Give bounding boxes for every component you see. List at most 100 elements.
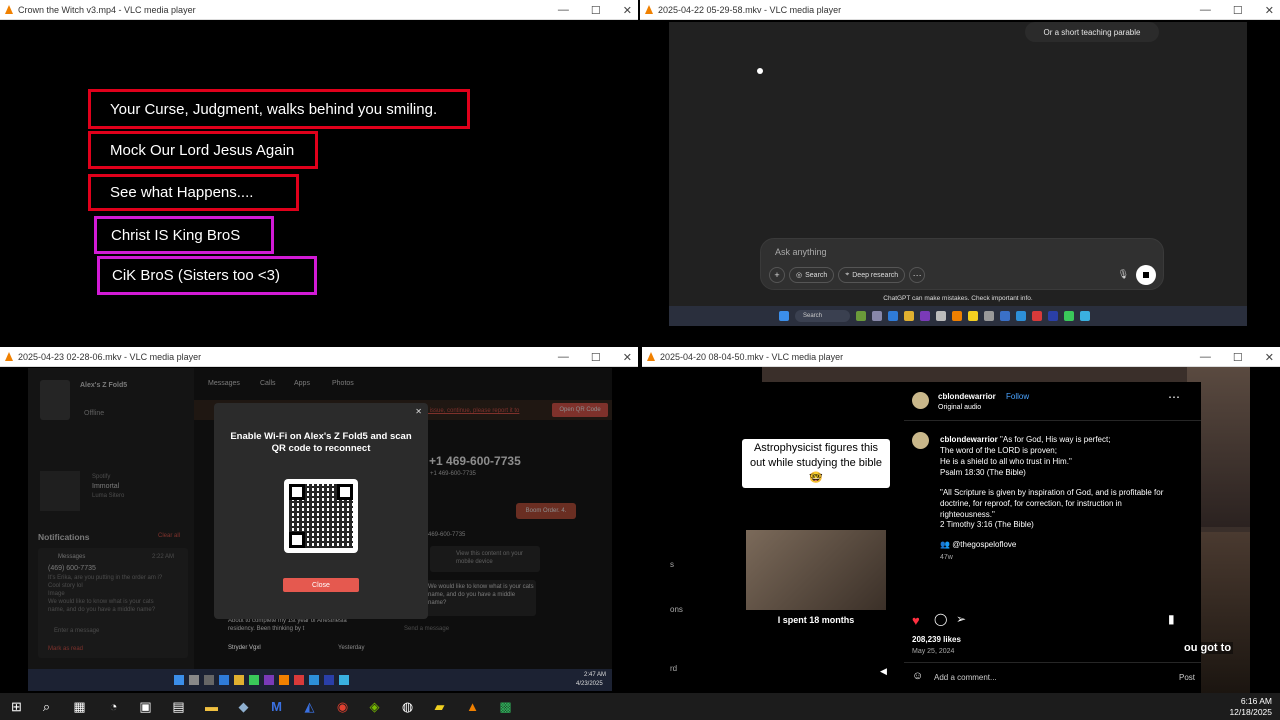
sticky-notes-icon[interactable]: ▰ <box>431 698 448 715</box>
mic-icon: 🎙 <box>1117 269 1129 279</box>
app-icon <box>204 675 214 685</box>
clock-date: 12/18/2025 <box>1229 707 1272 717</box>
app-icon <box>1048 311 1058 321</box>
app-icon[interactable]: ◍ <box>399 698 416 715</box>
app-icon <box>249 675 259 685</box>
more-icon: ··· <box>909 267 926 283</box>
nvidia-icon[interactable]: ◈ <box>366 698 383 715</box>
vlc-icon <box>646 351 656 362</box>
dialog-close-button[interactable]: Close <box>283 578 359 592</box>
vlc-icon <box>279 675 289 685</box>
video-area[interactable]: Your Curse, Judgment, walks behind you s… <box>0 20 638 346</box>
follow-button[interactable]: Follow <box>1006 392 1029 403</box>
maximize-button[interactable]: ☐ <box>591 351 601 364</box>
close-icon[interactable]: ✕ <box>415 407 422 416</box>
divider <box>904 420 1201 421</box>
vlc-window-phone-link[interactable]: 2025-04-23 02-28-06.mkv - VLC media play… <box>0 347 638 693</box>
close-button[interactable]: ✕ <box>623 4 632 17</box>
reel-panel: Astrophysicist figures this out while st… <box>642 382 904 693</box>
app-icon[interactable]: ▩ <box>497 698 514 715</box>
app-icon[interactable]: ▣ <box>137 698 154 715</box>
close-button[interactable]: ✕ <box>1265 351 1274 364</box>
minimize-button[interactable]: — <box>558 351 569 363</box>
chrome-icon[interactable]: ◉ <box>334 698 351 715</box>
vlc-window-chatgpt-recording[interactable]: 2025-04-22 05-29-58.mkv - VLC media play… <box>640 0 1280 346</box>
text-box-cik: CiK BroS (Sisters too <3) <box>97 256 317 295</box>
app-icon[interactable]: ▤ <box>170 698 187 715</box>
more-icon[interactable]: ⋯ <box>1168 390 1180 404</box>
qr-corner <box>289 484 305 500</box>
conversation-time: Yesterday <box>338 645 365 651</box>
app-icon <box>936 311 946 321</box>
vlc-icon <box>4 4 14 15</box>
video-area[interactable]: Or a short teaching parable Ask anything… <box>640 20 1280 346</box>
post-line: The word of the LORD is proven; <box>940 446 1057 455</box>
task-view-icon[interactable]: ▦ <box>71 698 88 715</box>
title-bar[interactable]: 2025-04-22 05-29-58.mkv - VLC media play… <box>640 0 1280 20</box>
start-icon[interactable]: ⊞ <box>8 698 25 715</box>
mention-line[interactable]: 👥 @thegospeloflove <box>940 540 1016 551</box>
divider <box>904 662 1201 663</box>
minimize-button[interactable]: — <box>1200 351 1211 363</box>
caption-overlay: Astrophysicist figures this out while st… <box>742 439 890 488</box>
app-icon <box>1000 311 1010 321</box>
app-icon <box>856 311 866 321</box>
window-title: 2025-04-22 05-29-58.mkv - VLC media play… <box>658 4 842 15</box>
username[interactable]: cblondewarrior <box>938 392 996 403</box>
text-fragment: rd <box>670 664 678 673</box>
mute-icon[interactable]: ◀ <box>880 666 887 677</box>
avatar <box>912 392 929 409</box>
dialog-message: Enable Wi-Fi on Alex's Z Fold5 and scan … <box>230 431 412 454</box>
title-bar[interactable]: 2025-04-23 02-28-06.mkv - VLC media play… <box>0 347 638 367</box>
vlc-icon <box>644 4 654 15</box>
clock-app-icon[interactable]: ◔ <box>105 698 122 715</box>
window-title: 2025-04-23 02-28-06.mkv - VLC media play… <box>18 351 202 362</box>
vlc-icon <box>952 311 962 321</box>
close-button[interactable]: ✕ <box>623 351 632 364</box>
plus-icon: + <box>769 267 785 283</box>
folder-icon[interactable]: ▬ <box>203 698 220 715</box>
maximize-button[interactable]: ☐ <box>591 4 601 17</box>
search-icon[interactable]: ⌕ <box>38 698 55 715</box>
folder-icon <box>234 675 244 685</box>
maximize-button[interactable]: ☐ <box>1233 351 1243 364</box>
recorded-search: Search <box>795 310 850 322</box>
vlc-window-crown-the-witch[interactable]: Crown the Witch v3.mp4 - VLC media playe… <box>0 0 638 346</box>
video-area[interactable]: Alex's Z Fold5 Offline Spotify Immortal … <box>0 367 638 693</box>
globe-icon: ◎ <box>796 272 803 279</box>
folder-icon <box>904 311 914 321</box>
likes-count: 208,239 likes <box>912 635 961 644</box>
share-icon[interactable]: ➢ <box>956 612 966 626</box>
emoji-icon[interactable]: ☺ <box>912 670 923 682</box>
title-bar[interactable]: Crown the Witch v3.mp4 - VLC media playe… <box>0 0 638 20</box>
post-line: "All Scripture is given by inspiration o… <box>940 488 1164 497</box>
app-icon[interactable]: M <box>268 698 285 715</box>
app-icon <box>872 311 882 321</box>
bookmark-icon[interactable]: ▮ <box>1168 612 1175 626</box>
close-button[interactable]: ✕ <box>1265 4 1274 17</box>
app-icon[interactable]: ◭ <box>301 698 318 715</box>
maximize-button[interactable]: ☐ <box>1233 4 1243 17</box>
app-icon <box>309 675 319 685</box>
post-panel: cblondewarrior Follow Original audio ⋯ c… <box>904 382 1201 693</box>
app-icon <box>984 311 994 321</box>
post-comment-button[interactable]: Post <box>1179 673 1195 684</box>
title-bar[interactable]: 2025-04-20 08-04-50.mkv - VLC media play… <box>642 347 1280 367</box>
reconnect-dialog: ✕ Enable Wi-Fi on Alex's Z Fold5 and sca… <box>214 403 428 619</box>
cursor-dot <box>757 68 763 74</box>
system-clock[interactable]: 6:16 AM 12/18/2025 <box>1229 696 1272 718</box>
search-icon <box>189 675 199 685</box>
text-box-see: See what Happens.... <box>88 174 299 211</box>
app-icon <box>1064 311 1074 321</box>
app-icon[interactable]: ◆ <box>235 698 252 715</box>
comment-icon[interactable]: ◯ <box>934 612 947 626</box>
video-area[interactable]: Astrophysicist figures this out while st… <box>642 367 1280 693</box>
heart-icon[interactable]: ♥ <box>912 613 920 628</box>
minimize-button[interactable]: — <box>1200 4 1211 16</box>
post-line: doctrine, for reproof, for correction, f… <box>940 499 1122 508</box>
comment-input[interactable]: Add a comment... <box>934 673 997 684</box>
vlc-icon[interactable]: ▲ <box>464 698 481 715</box>
vlc-window-instagram[interactable]: 2025-04-20 08-04-50.mkv - VLC media play… <box>642 347 1280 693</box>
minimize-button[interactable]: — <box>558 4 569 16</box>
app-icon <box>324 675 334 685</box>
